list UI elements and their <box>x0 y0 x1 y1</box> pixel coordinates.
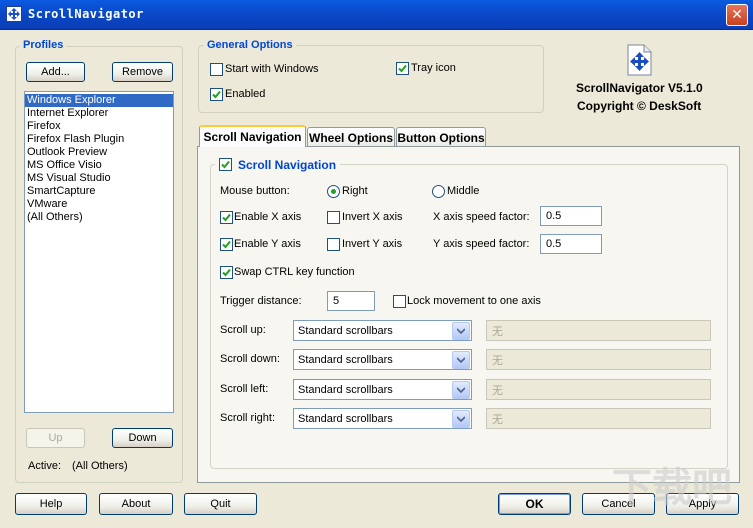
trigger-distance-input[interactable]: 5 <box>327 291 375 311</box>
y-speed-input[interactable]: 0.5 <box>540 234 602 254</box>
enable-x-axis-checkbox[interactable] <box>220 211 233 224</box>
scroll-left-select-value: Standard scrollbars <box>298 383 393 396</box>
remove-profile-button[interactable]: Remove <box>112 62 173 82</box>
mouse-button-right-radio[interactable] <box>327 185 340 198</box>
x-speed-label: X axis speed factor: <box>433 211 530 223</box>
trigger-distance-label: Trigger distance: <box>220 295 302 307</box>
checkmark-icon <box>221 160 230 169</box>
mouse-button-middle-label: Middle <box>447 185 480 197</box>
tab-button-options[interactable]: Button Options <box>396 127 486 147</box>
enabled-checkbox[interactable] <box>210 88 223 101</box>
ok-button[interactable]: OK <box>498 493 571 515</box>
about-button[interactable]: About <box>99 493 173 515</box>
tray-icon-checkbox[interactable] <box>396 62 409 75</box>
list-item[interactable]: Outlook Preview <box>25 146 173 159</box>
lock-movement-label: Lock movement to one axis <box>407 295 541 307</box>
window-title: ScrollNavigator <box>28 7 144 21</box>
lock-movement-checkbox[interactable] <box>393 295 406 308</box>
invert-y-axis-checkbox[interactable] <box>327 238 340 251</box>
tab-wheel-options[interactable]: Wheel Options <box>307 127 395 147</box>
scroll-navigation-title: Scroll Navigation <box>238 158 337 172</box>
mouse-button-right-label: Right <box>342 185 368 197</box>
tray-icon-label: Tray icon <box>411 62 456 74</box>
swap-ctrl-checkbox[interactable] <box>220 266 233 279</box>
list-item[interactable]: Windows Explorer <box>25 94 173 107</box>
scroll-up-extra-input[interactable]: 无 <box>486 320 711 341</box>
profiles-list[interactable]: Windows Explorer Internet Explorer Firefox… <box>24 91 174 413</box>
checkmark-icon <box>212 90 221 99</box>
scroll-up-label: Scroll up: <box>220 324 266 336</box>
scroll-up-select-value: Standard scrollbars <box>298 324 393 337</box>
move-up-button[interactable]: Up <box>26 428 85 448</box>
scroll-up-select[interactable]: Standard scrollbars <box>293 320 472 341</box>
checkmark-icon <box>222 268 231 277</box>
active-value: (All Others) <box>72 460 128 472</box>
list-item[interactable]: Firefox Flash Plugin <box>25 133 173 146</box>
chevron-down-icon[interactable] <box>452 350 470 369</box>
close-button[interactable]: ✕ <box>726 4 748 26</box>
invert-y-axis-label: Invert Y axis <box>342 238 403 250</box>
checkmark-icon <box>222 213 231 222</box>
scroll-right-select-value: Standard scrollbars <box>298 412 393 425</box>
start-with-windows-checkbox[interactable] <box>210 63 223 76</box>
active-label: Active: <box>28 460 62 472</box>
list-item[interactable]: SmartCapture <box>25 185 173 198</box>
general-options-title: General Options <box>204 39 296 51</box>
profiles-title: Profiles <box>20 39 67 51</box>
product-logo-icon <box>624 44 654 76</box>
help-button[interactable]: Help <box>15 493 87 515</box>
enable-x-axis-label: Enable X axis <box>234 211 302 223</box>
product-copyright: Copyright © DeskSoft <box>577 99 702 113</box>
chevron-down-icon[interactable] <box>452 321 470 340</box>
y-speed-label: Y axis speed factor: <box>433 238 530 250</box>
enabled-label: Enabled <box>225 88 266 100</box>
move-down-button[interactable]: Down <box>112 428 173 448</box>
x-speed-input[interactable]: 0.5 <box>540 206 602 226</box>
mouse-button-middle-radio[interactable] <box>432 185 445 198</box>
scroll-down-extra-input[interactable]: 无 <box>486 349 711 370</box>
invert-x-axis-checkbox[interactable] <box>327 211 340 224</box>
scroll-right-extra-input[interactable]: 无 <box>486 408 711 429</box>
app-icon <box>6 6 22 22</box>
close-icon: ✕ <box>731 7 743 23</box>
checkmark-icon <box>222 240 231 249</box>
scroll-left-label: Scroll left: <box>220 383 269 395</box>
list-item[interactable]: Internet Explorer <box>25 107 173 120</box>
scroll-left-select[interactable]: Standard scrollbars <box>293 379 472 400</box>
list-item[interactable]: MS Visual Studio <box>25 172 173 185</box>
start-with-windows-label: Start with Windows <box>225 63 319 75</box>
scroll-right-label: Scroll right: <box>220 412 276 424</box>
list-item[interactable]: VMware <box>25 198 173 211</box>
list-item[interactable]: (All Others) <box>25 211 173 224</box>
chevron-down-icon[interactable] <box>452 380 470 399</box>
scroll-down-select-value: Standard scrollbars <box>298 353 393 366</box>
invert-x-axis-label: Invert X axis <box>342 211 403 223</box>
watermark: 下载吧 <box>612 465 732 511</box>
scroll-right-select[interactable]: Standard scrollbars <box>293 408 472 429</box>
quit-button[interactable]: Quit <box>184 493 257 515</box>
checkmark-icon <box>398 64 407 73</box>
tab-scroll-navigation[interactable]: Scroll Navigation <box>199 125 306 147</box>
list-item[interactable]: MS Office Visio <box>25 159 173 172</box>
add-profile-button[interactable]: Add... <box>26 62 85 82</box>
list-item[interactable]: Firefox <box>25 120 173 133</box>
radio-dot-icon <box>331 189 336 194</box>
scroll-down-select[interactable]: Standard scrollbars <box>293 349 472 370</box>
scroll-left-extra-input[interactable]: 无 <box>486 379 711 400</box>
mouse-button-label: Mouse button: <box>220 185 290 197</box>
swap-ctrl-label: Swap CTRL key function <box>234 266 355 278</box>
product-version: ScrollNavigator V5.1.0 <box>576 81 703 95</box>
general-options-group <box>198 45 544 113</box>
enable-y-axis-checkbox[interactable] <box>220 238 233 251</box>
scroll-navigation-enable-checkbox[interactable] <box>219 158 232 171</box>
chevron-down-icon[interactable] <box>452 409 470 428</box>
scroll-down-label: Scroll down: <box>220 353 280 365</box>
enable-y-axis-label: Enable Y axis <box>234 238 301 250</box>
